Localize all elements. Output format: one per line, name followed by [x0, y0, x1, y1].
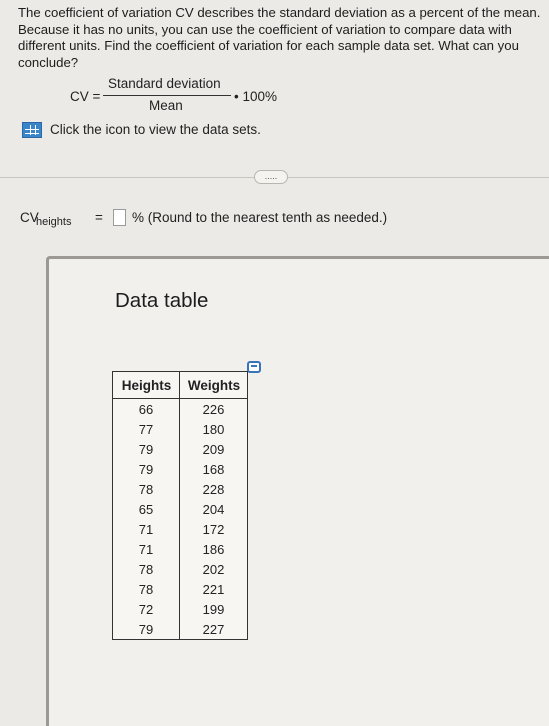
table-row: 79 168 [112, 459, 248, 479]
weight-cell: 168 [179, 459, 248, 479]
formula-lhs: CV = [70, 89, 101, 104]
table-row: 79 227 [112, 619, 248, 640]
height-cell: 65 [112, 499, 180, 519]
weight-cell: 204 [179, 499, 248, 519]
height-cell: 79 [112, 619, 180, 640]
table-row: 72 199 [112, 599, 248, 619]
cv-heights-input[interactable] [113, 209, 126, 226]
copy-icon[interactable] [247, 361, 261, 373]
weight-cell: 226 [179, 398, 248, 419]
weight-cell: 221 [179, 579, 248, 599]
question-text: The coefficient of variation CV describe… [18, 5, 541, 70]
equals-sign: = [95, 210, 103, 225]
weight-cell: 228 [179, 479, 248, 499]
height-cell: 66 [112, 398, 180, 419]
data-table: Heights Weights 66 226 77 180 79 209 79 168 … [112, 371, 248, 640]
table-row: 79 209 [112, 439, 248, 459]
height-cell: 71 [112, 539, 180, 559]
panel-title: Data table [115, 289, 209, 312]
formula-multiplier: • 100% [234, 89, 278, 104]
height-cell: 78 [112, 579, 180, 599]
cv-formula: CV = Standard deviation Mean • 100% [70, 76, 310, 116]
column-header-heights: Heights [112, 371, 180, 399]
table-row: 77 180 [112, 419, 248, 439]
table-row: 78 228 [112, 479, 248, 499]
table-grid-icon[interactable] [22, 122, 42, 138]
weight-cell: 202 [179, 559, 248, 579]
answer-hint: % (Round to the nearest tenth as needed.… [132, 210, 388, 225]
column-header-weights: Weights [179, 371, 248, 399]
height-cell: 79 [112, 439, 180, 459]
weight-cell: 209 [179, 439, 248, 459]
expand-button[interactable]: ..... [254, 170, 288, 184]
height-cell: 72 [112, 599, 180, 619]
weight-cell: 172 [179, 519, 248, 539]
table-row: 65 204 [112, 499, 248, 519]
table-row: 78 221 [112, 579, 248, 599]
height-cell: 78 [112, 559, 180, 579]
fraction-bar [103, 95, 231, 96]
table-row: 71 186 [112, 539, 248, 559]
cv-subscript: heights [36, 216, 72, 228]
table-row: 78 202 [112, 559, 248, 579]
weight-cell: 180 [179, 419, 248, 439]
formula-denominator: Mean [149, 98, 183, 113]
data-link-label: Click the icon to view the data sets. [50, 122, 261, 137]
height-cell: 79 [112, 459, 180, 479]
height-cell: 77 [112, 419, 180, 439]
table-row: 71 172 [112, 519, 248, 539]
weight-cell: 227 [179, 619, 248, 640]
height-cell: 71 [112, 519, 180, 539]
weight-cell: 199 [179, 599, 248, 619]
formula-numerator: Standard deviation [108, 76, 221, 91]
table-row: 66 226 [112, 398, 248, 419]
height-cell: 78 [112, 479, 180, 499]
weight-cell: 186 [179, 539, 248, 559]
